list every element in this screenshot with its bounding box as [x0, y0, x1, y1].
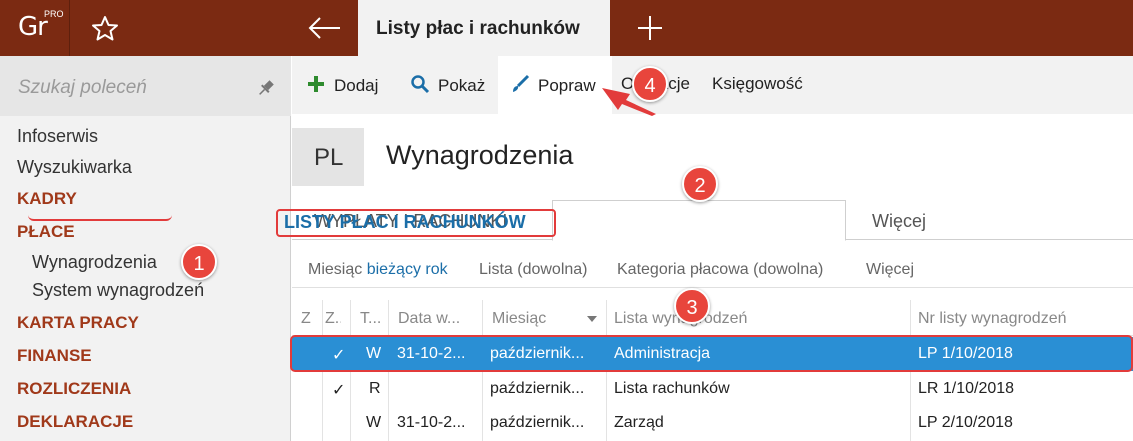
page-title: Wynagrodzenia [386, 140, 574, 170]
module-badge: PL [292, 128, 364, 186]
filter-bar: Miesiąc bieżący rok Lista (dowolna) Kate… [292, 252, 1133, 288]
callout-3: 3 [674, 288, 710, 324]
filter-month-label: Miesiąc [308, 261, 363, 278]
col-nr-listy[interactable]: Nr listy wynagrodzeń [918, 310, 1128, 328]
table-row[interactable]: ✓ R październik... Lista rachunków LR 1/… [292, 372, 1133, 406]
callout-arrow-icon [602, 88, 656, 116]
new-tab-plus-icon[interactable] [632, 12, 668, 44]
tab-wiecej[interactable]: Więcej [872, 211, 926, 232]
show-label: Pokaż [438, 75, 486, 95]
search-input[interactable] [18, 76, 238, 100]
tab-listy-plac[interactable]: Listy płac i rachunków [358, 0, 610, 56]
module-badge-text: PL [314, 144, 344, 171]
filter-month[interactable]: Miesiąc bieżący rok [308, 261, 448, 279]
cell-t: W [366, 414, 382, 431]
col-z[interactable]: Z [301, 310, 315, 328]
sidebar-item-system-wynagrodzen[interactable]: System wynagrodzeń [32, 280, 204, 301]
highlight-wynagrodzenia [28, 193, 172, 221]
sidebar-section-karta-pracy[interactable]: KARTA PRACY [17, 313, 139, 333]
search-area [0, 56, 291, 116]
active-subtab-label: LISTY PŁAC I RACHUNKÓW [284, 212, 526, 232]
sort-down-icon[interactable] [587, 316, 597, 322]
sidebar-item-wyszukiwarka[interactable]: Wyszukiwarka [17, 157, 132, 178]
plus-icon [306, 74, 326, 99]
col-lista[interactable]: Lista wynagrodzeń [614, 310, 884, 328]
search-icon [410, 74, 430, 99]
col-t[interactable]: T... [360, 310, 384, 328]
col-miesiac[interactable]: Miesiąc [492, 310, 582, 328]
callout-1: 1 [181, 244, 217, 280]
tab-listy-plac-i-rachunkow[interactable] [552, 200, 846, 241]
filter-month-value: bieżący rok [366, 261, 448, 278]
tab-label: Listy płac i rachunków [376, 18, 580, 39]
cell-date: 31-10-2... [397, 414, 466, 431]
show-button[interactable]: Pokaż [410, 74, 485, 99]
sidebar-section-finanse[interactable]: FINANSE [17, 346, 92, 366]
add-button[interactable]: Dodaj [306, 74, 378, 99]
cell-month: październik... [490, 414, 585, 431]
pin-icon[interactable] [256, 78, 276, 98]
sidebar-section-place[interactable]: PŁACE [17, 222, 75, 242]
callout-2: 2 [682, 166, 718, 202]
star-icon[interactable] [90, 14, 120, 42]
cell-list: Lista rachunków [614, 380, 730, 397]
cell-nr: LR 1/10/2018 [918, 380, 1015, 397]
logo[interactable]: Gr PRO [0, 0, 70, 56]
add-label: Dodaj [334, 75, 379, 95]
cell-z2: ✓ [332, 382, 346, 399]
col-data[interactable]: Data w... [398, 310, 476, 328]
filter-list[interactable]: Lista (dowolna) [479, 261, 588, 279]
edit-label: Popraw [538, 75, 596, 95]
table-header: Z Z... T... Data w... Miesiąc Lista wyna… [292, 300, 1133, 336]
cell-nr: LP 2/10/2018 [918, 414, 1013, 431]
sidebar-item-wynagrodzenia[interactable]: Wynagrodzenia [32, 252, 157, 273]
top-bar: Gr PRO Listy płac i rachunków [0, 0, 1133, 56]
filter-category[interactable]: Kategoria płacowa (dowolna) [617, 261, 823, 279]
table-row[interactable]: W 31-10-2... październik... Zarząd LP 2/… [292, 406, 1133, 440]
sidebar-section-deklaracje[interactable]: DEKLARACJE [17, 412, 133, 432]
edit-button[interactable]: Popraw [510, 74, 596, 99]
col-z2[interactable]: Z... [325, 310, 341, 328]
selected-row-outline [290, 335, 1133, 372]
cell-month: październik... [490, 380, 585, 397]
logo-text: Gr [18, 12, 48, 42]
brush-icon [510, 74, 530, 99]
cell-t: R [369, 380, 381, 397]
sidebar-section-rozliczenia[interactable]: ROZLICZENIA [17, 379, 131, 399]
sidebar-item-infoserwis[interactable]: Infoserwis [17, 126, 98, 147]
back-arrow-icon[interactable] [300, 12, 348, 44]
logo-badge: PRO [44, 9, 64, 19]
accounting-button[interactable]: Księgowość [712, 74, 803, 94]
cell-list: Zarząd [614, 414, 664, 431]
toolbar: Dodaj Pokaż Popraw Operacje Księgowość [292, 56, 1133, 114]
filter-more[interactable]: Więcej [866, 261, 914, 279]
app-window: Gr PRO Listy płac i rachunków Infoserwis… [0, 0, 1133, 441]
active-subtab-outline: LISTY PŁAC I RACHUNKÓW [276, 209, 556, 237]
